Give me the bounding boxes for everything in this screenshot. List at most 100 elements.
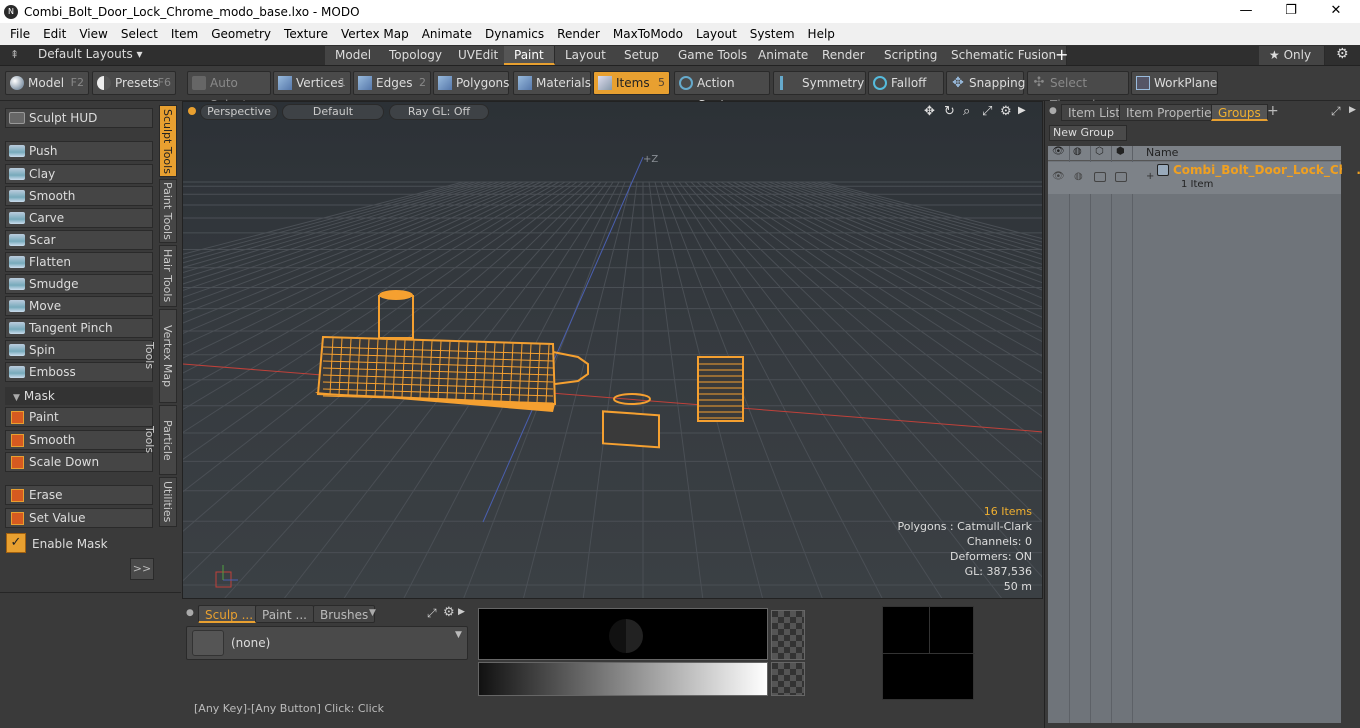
bolt-lock-model[interactable] [315, 290, 744, 449]
panel-dot-icon[interactable]: ● [186, 608, 194, 618]
tool-move[interactable]: Move [5, 296, 153, 316]
polygons-button[interactable]: Polygons [433, 71, 509, 95]
tool-flatten[interactable]: Flatten [5, 252, 153, 272]
group-list[interactable] [1048, 146, 1341, 723]
tool-scar[interactable]: Scar [5, 230, 153, 250]
tab-item-list[interactable]: Item List [1061, 104, 1128, 121]
image-preview[interactable] [882, 606, 975, 700]
menu-view[interactable]: View [73, 27, 113, 41]
visibility-eye-icon[interactable]: 👁 [1052, 146, 1065, 157]
row-select-checkbox[interactable] [1115, 172, 1127, 182]
snapping-button[interactable]: ✥ Snapping [946, 71, 1025, 95]
maximize-viewport-icon[interactable]: ⤢ [982, 104, 992, 119]
expand-button[interactable]: >> [130, 558, 154, 580]
minimize-button[interactable]: — [1223, 0, 1269, 23]
sculpt-hud-button[interactable]: Sculpt HUD [5, 108, 153, 128]
symmetry-button[interactable]: Symmetry [773, 71, 866, 95]
edges-button[interactable]: Edges 2 [353, 71, 431, 95]
mask-smooth[interactable]: Smooth [5, 430, 153, 450]
collapse-arrow-icon[interactable]: ⇞ [10, 48, 19, 61]
layout-tab-game-tools[interactable]: Game Tools [668, 46, 759, 65]
presets-button[interactable]: Presets F6 [92, 71, 176, 95]
new-group-button[interactable]: New Group [1049, 125, 1127, 141]
tool-spin[interactable]: Spin [5, 340, 153, 360]
menu-system[interactable]: System [744, 27, 801, 41]
view-type-dropdown[interactable]: Perspective [200, 104, 278, 120]
menu-help[interactable]: Help [802, 27, 841, 41]
enable-mask-checkbox[interactable]: ✓ [6, 533, 26, 553]
select-icon[interactable]: ⬢ [1116, 146, 1125, 157]
tab-groups[interactable]: Groups [1211, 104, 1268, 121]
panel-menu-arrow-icon[interactable]: ▶ [458, 607, 465, 617]
tool-smudge[interactable]: Smudge [5, 274, 153, 294]
vtab-particle-tools[interactable]: Particle Tools [143, 405, 177, 475]
gear-icon[interactable]: ⚙ [1336, 46, 1349, 62]
add-tab-button[interactable]: + [1267, 103, 1279, 119]
vtab-utilities[interactable]: Utilities [159, 477, 177, 527]
zoom-icon[interactable]: ⌕ [963, 104, 970, 119]
menu-maxtomodo[interactable]: MaxToModo [607, 27, 689, 41]
panel-gear-icon[interactable]: ⚙ [443, 605, 455, 620]
shading-dropdown[interactable]: Default [282, 104, 384, 120]
raygl-toggle[interactable]: Ray GL: Off [389, 104, 489, 120]
expand-panel-icon[interactable]: ⤢ [427, 606, 437, 621]
tool-clay[interactable]: Clay [5, 164, 153, 184]
viewport-dot-icon[interactable] [188, 107, 196, 115]
vtab-vertex-map-tools[interactable]: Vertex Map Tools [143, 309, 177, 403]
layout-tab-setup[interactable]: Setup [614, 46, 670, 65]
tab-sculpt[interactable]: Sculp ... [198, 605, 261, 623]
gradient-strip[interactable] [478, 662, 768, 696]
tab-paint[interactable]: Paint ... [255, 605, 314, 623]
model-mode-button[interactable]: Model F2 [5, 71, 89, 95]
add-layout-button[interactable]: + [1055, 45, 1068, 64]
tool-push[interactable]: Push [5, 141, 153, 161]
mask-section-header[interactable]: ▼ Mask [5, 387, 153, 405]
tab-item-properties[interactable]: Item Properties [1119, 104, 1225, 121]
pan-icon[interactable]: ✥ [924, 104, 935, 119]
group-row[interactable]: 👁 ◍ + Combi_Bolt_Door_Lock_Ch... 1 Item [1048, 162, 1360, 194]
layout-tab-scripting[interactable]: Scripting [874, 46, 949, 65]
viewport-menu-arrow-icon[interactable]: ▶ [1018, 105, 1026, 116]
row-render-icon[interactable]: ◍ [1074, 171, 1083, 182]
menu-dynamics[interactable]: Dynamics [479, 27, 550, 41]
panel-menu-arrow-icon[interactable]: ▶ [1349, 105, 1356, 115]
menu-file[interactable]: File [4, 27, 36, 41]
vtab-hair-tools[interactable]: Hair Tools [159, 245, 177, 307]
menu-animate[interactable]: Animate [416, 27, 478, 41]
viewport-settings-icon[interactable]: ⚙ [1000, 104, 1012, 119]
lock-icon[interactable]: ⬡ [1095, 146, 1104, 157]
auto-select-button[interactable]: Auto Select [187, 71, 271, 112]
menu-vertex-map[interactable]: Vertex Map [335, 27, 415, 41]
alpha-preview[interactable] [771, 610, 805, 660]
tool-carve[interactable]: Carve [5, 208, 153, 228]
expand-panel-icon[interactable]: ⤢ [1331, 104, 1341, 119]
menu-render[interactable]: Render [551, 27, 606, 41]
mask-paint[interactable]: Paint [5, 407, 153, 427]
menu-item[interactable]: Item [165, 27, 204, 41]
menu-select[interactable]: Select [115, 27, 164, 41]
select-through-button[interactable]: ✣ Select Through [1027, 71, 1129, 112]
gradient-alpha-preview[interactable] [771, 662, 805, 696]
layout-tab-animate[interactable]: Animate [748, 46, 820, 65]
tool-tangent-pinch[interactable]: Tangent Pinch [5, 318, 153, 338]
scrollbar[interactable] [1342, 146, 1356, 723]
menu-geometry[interactable]: Geometry [205, 27, 277, 41]
3d-viewport[interactable]: +Z 16 Items Polygons : Catmull-Clark Cha… [182, 101, 1043, 599]
menu-texture[interactable]: Texture [278, 27, 334, 41]
row-eye-icon[interactable]: 👁 [1052, 171, 1065, 182]
expand-plus-icon[interactable]: + [1146, 171, 1154, 182]
workplane-button[interactable]: WorkPlane [1131, 71, 1218, 95]
render-icon[interactable]: ◍ [1073, 146, 1082, 157]
maximize-button[interactable]: ❐ [1268, 0, 1314, 23]
vtab-sculpt-tools[interactable]: Sculpt Tools [159, 105, 177, 177]
layout-tab-paint[interactable]: Paint [504, 46, 555, 65]
brush-preset-selector[interactable]: (none) ▼ [186, 626, 468, 660]
tab-dropdown-icon[interactable]: ▼ [369, 608, 376, 618]
tool-smooth[interactable]: Smooth [5, 186, 153, 206]
rotate-icon[interactable]: ↻ [944, 104, 955, 119]
items-button[interactable]: Items 5 [593, 71, 670, 95]
layout-tab-schematic-fusion[interactable]: Schematic Fusion [941, 46, 1068, 65]
panel-dot-icon[interactable]: ● [1049, 106, 1057, 116]
layout-tab-layout[interactable]: Layout [555, 46, 617, 65]
menu-layout[interactable]: Layout [690, 27, 743, 41]
